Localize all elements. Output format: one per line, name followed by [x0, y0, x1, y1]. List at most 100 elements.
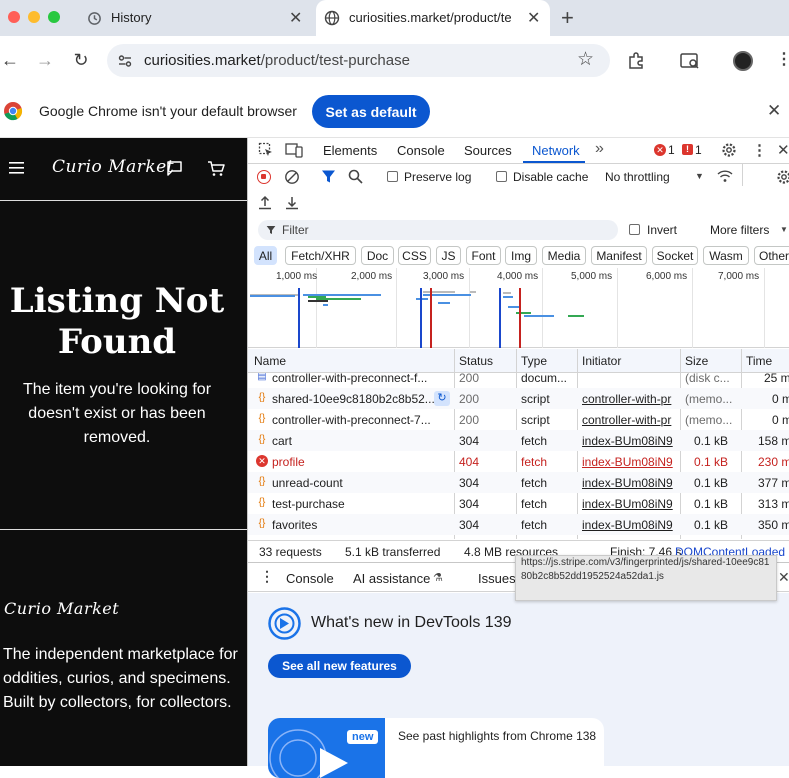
table-row[interactable]: {} controller-with-preconnect-7... 200 s… — [248, 409, 789, 430]
forward-arrow-icon[interactable]: → — [31, 46, 59, 74]
back-arrow-icon[interactable]: ← — [0, 46, 24, 74]
column-header-size[interactable]: Size — [685, 354, 708, 368]
cart-icon[interactable] — [207, 160, 226, 177]
filter-chip-js[interactable]: JS — [436, 246, 461, 265]
profile-avatar[interactable] — [733, 51, 753, 71]
filter-chip-all[interactable]: All — [254, 246, 277, 265]
request-initiator[interactable]: controller-with-pr — [582, 392, 678, 406]
filter-chip-font[interactable]: Font — [466, 246, 501, 265]
tab-search-icon[interactable] — [679, 51, 701, 71]
new-tab-icon[interactable]: + — [561, 5, 574, 31]
inspect-element-icon[interactable] — [258, 142, 274, 158]
fetch-icon: {} — [256, 518, 268, 530]
chevron-down-icon[interactable]: ▼ — [695, 171, 704, 181]
issue-count[interactable]: 1 — [695, 143, 702, 157]
filter-chip-css[interactable]: CSS — [398, 246, 431, 265]
drawer-tab-issues[interactable]: Issues — [478, 571, 516, 586]
request-initiator[interactable]: index-BUm08iN9 — [582, 497, 678, 511]
request-initiator[interactable]: index-BUm08iN9 — [582, 434, 678, 448]
waterfall-bar — [503, 292, 511, 294]
table-row[interactable]: {} favorites 304 fetch index-BUm08iN9 0.… — [248, 514, 789, 535]
url-text[interactable]: curiosities.market/product/test-purchase — [144, 52, 410, 69]
close-drawer-icon[interactable]: ✕ — [778, 569, 789, 586]
request-time: 25 m — [764, 373, 789, 385]
reload-icon[interactable]: ↻ — [67, 46, 95, 74]
device-toolbar-icon[interactable] — [285, 142, 303, 158]
filter-chip-doc[interactable]: Doc — [361, 246, 394, 265]
invert-checkbox[interactable] — [629, 224, 640, 235]
import-har-icon[interactable] — [258, 195, 272, 210]
column-header-time[interactable]: Time — [746, 354, 772, 368]
close-window-button[interactable] — [8, 11, 20, 23]
column-header-type[interactable]: Type — [521, 354, 547, 368]
bookmark-star-icon[interactable]: ☆ — [577, 48, 594, 71]
table-row[interactable]: {} cart 304 fetch index-BUm08iN9 0.1 kB … — [248, 430, 789, 451]
network-overview-timeline[interactable]: 1,000 ms 2,000 ms 3,000 ms 4,000 ms 5,00… — [248, 268, 789, 348]
filter-chip-img[interactable]: Img — [505, 246, 537, 265]
site-info-icon[interactable] — [117, 53, 133, 69]
column-header-status[interactable]: Status — [459, 354, 493, 368]
network-settings-gear-icon[interactable] — [776, 169, 789, 185]
extensions-icon[interactable] — [626, 51, 646, 71]
export-har-icon[interactable] — [285, 195, 299, 210]
set-as-default-button[interactable]: Set as default — [312, 95, 430, 128]
more-filters-button[interactable]: More filters — [710, 223, 769, 237]
chevron-down-icon[interactable]: ▼ — [780, 225, 788, 234]
close-tab-icon[interactable]: ✕ — [289, 8, 302, 28]
see-all-features-button[interactable]: See all new features — [268, 654, 411, 678]
column-header-initiator[interactable]: Initiator — [582, 354, 621, 368]
search-icon[interactable] — [348, 169, 363, 184]
close-tab-icon[interactable]: ✕ — [527, 8, 540, 28]
filter-chip-socket[interactable]: Socket — [652, 246, 698, 265]
devtools-menu-icon[interactable]: ⋮ — [752, 141, 767, 159]
close-devtools-icon[interactable]: ✕ — [777, 141, 789, 159]
close-infobar-icon[interactable]: ✕ — [767, 101, 781, 121]
request-initiator[interactable]: index-BUm08iN9 — [582, 455, 678, 469]
site-logo[interactable]: Curio Market — [52, 157, 174, 177]
tab-sources[interactable]: Sources — [464, 143, 512, 158]
request-initiator[interactable]: controller-with-pr — [582, 413, 678, 427]
tab-history[interactable]: History ✕ — [76, 0, 312, 36]
table-row[interactable]: ▤ controller-with-preconnect-f... 200 do… — [248, 373, 789, 388]
network-conditions-icon[interactable] — [717, 169, 733, 183]
tooltip-url: https://js.stripe.com/v3/fingerprinted/j… — [521, 556, 771, 584]
hamburger-menu-icon[interactable] — [9, 161, 24, 175]
error-count[interactable]: 1 — [668, 143, 675, 157]
drawer-menu-icon[interactable]: ⋮ — [260, 568, 274, 585]
browser-menu-icon[interactable]: ⋮ — [776, 49, 789, 69]
throttling-select[interactable]: No throttling — [605, 170, 670, 184]
filter-chip-wasm[interactable]: Wasm — [703, 246, 749, 265]
messages-icon[interactable] — [166, 160, 183, 177]
disable-cache-checkbox[interactable] — [496, 171, 507, 182]
highlights-card[interactable]: new See past highlights from Chrome 138 — [268, 718, 604, 778]
tab-network[interactable]: Network — [532, 143, 580, 158]
table-row[interactable]: ✕ profile 404 fetch index-BUm08iN9 0.1 k… — [248, 451, 789, 472]
table-row[interactable]: {} shared-10ee9c8180b2c8b52... ↻ 200 scr… — [248, 388, 789, 409]
drawer-tab-ai-assistance[interactable]: AI assistance — [353, 571, 430, 586]
filter-funnel-icon[interactable] — [321, 169, 336, 184]
minimize-window-button[interactable] — [28, 11, 40, 23]
request-initiator[interactable]: index-BUm08iN9 — [582, 518, 678, 532]
record-button[interactable] — [257, 170, 271, 184]
filter-chip-manifest[interactable]: Manifest — [591, 246, 647, 265]
more-tabs-icon[interactable]: » — [595, 140, 604, 158]
tab-console[interactable]: Console — [397, 143, 445, 158]
preserve-log-checkbox[interactable] — [387, 171, 398, 182]
drawer-tab-console[interactable]: Console — [286, 571, 334, 586]
filter-chip-other[interactable]: Other — [754, 246, 789, 265]
tab-elements[interactable]: Elements — [323, 143, 377, 158]
address-bar[interactable]: curiosities.market/product/test-purchase… — [107, 44, 610, 77]
table-row[interactable]: {} unread-count 304 fetch index-BUm08iN9… — [248, 472, 789, 493]
request-status: 304 — [459, 476, 479, 490]
filter-input[interactable]: Filter — [258, 220, 618, 240]
tab-active[interactable]: curiosities.market/product/te ✕ — [316, 0, 550, 36]
filter-chip-media[interactable]: Media — [542, 246, 586, 265]
maximize-window-button[interactable] — [48, 11, 60, 23]
request-initiator[interactable]: index-BUm08iN9 — [582, 476, 678, 490]
table-row[interactable]: {} test-purchase 304 fetch index-BUm08iN… — [248, 493, 789, 514]
filter-chip-fetch-xhr[interactable]: Fetch/XHR — [285, 246, 356, 265]
settings-gear-icon[interactable] — [721, 142, 737, 158]
column-header-name[interactable]: Name — [254, 354, 286, 368]
refresh-icon[interactable]: ↻ — [434, 391, 450, 406]
clear-icon[interactable] — [284, 169, 300, 185]
